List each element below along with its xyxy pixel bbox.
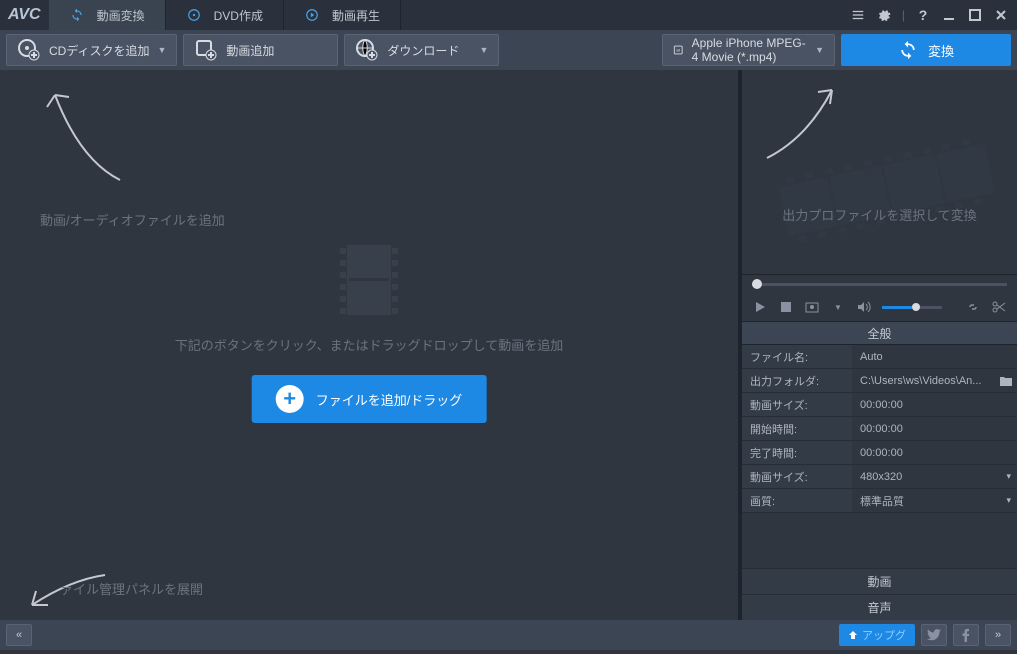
- tab-label: 動画変換: [97, 7, 145, 24]
- prop-row: 動画サイズ:480x320▾: [742, 465, 1017, 489]
- maximize-icon[interactable]: [967, 7, 983, 23]
- hint-drop: 下記のボタンをクリック、またはドラッグドロップして動画を追加: [0, 335, 738, 354]
- prop-row: 出力フォルダ:C:\Users\ws\Videos\An...: [742, 369, 1017, 393]
- button-label: アップグ: [862, 627, 906, 643]
- section-video[interactable]: 動画: [742, 568, 1017, 594]
- play-icon[interactable]: [752, 299, 768, 315]
- section-general[interactable]: 全般: [742, 321, 1017, 345]
- preview-panel: 出力プロファイルを選択して変換: [742, 70, 1017, 275]
- button-label: 動画追加: [226, 42, 274, 59]
- play-icon: [304, 7, 320, 23]
- menu-icon[interactable]: [850, 7, 866, 23]
- drop-canvas[interactable]: 動画/オーディオファイルを追加 下記のボタンをクリック、またはドラッグドロップし…: [0, 70, 742, 620]
- section-audio[interactable]: 音声: [742, 594, 1017, 620]
- facebook-icon: [959, 628, 973, 642]
- facebook-button[interactable]: [953, 624, 979, 646]
- add-file-button[interactable]: + ファイルを追加/ドラッグ: [252, 375, 487, 423]
- volume-slider[interactable]: [882, 306, 942, 309]
- prop-label: 出力フォルダ:: [742, 369, 852, 392]
- profile-label: Apple iPhone MPEG-4 Movie (*.mp4): [692, 36, 807, 64]
- up-arrow-icon: [848, 630, 858, 640]
- button-label: ダウンロード: [387, 42, 459, 59]
- prop-value: 00:00:00: [852, 417, 1017, 440]
- prop-row: ファイル名:Auto: [742, 345, 1017, 369]
- prop-row: 開始時間:00:00:00: [742, 417, 1017, 441]
- volume-icon[interactable]: [856, 299, 872, 315]
- add-video-button[interactable]: 動画追加: [183, 34, 338, 66]
- hint-expand-panel: ァイル管理パネルを展開: [60, 579, 203, 598]
- film-add-icon: [194, 38, 218, 62]
- chevron-down-icon: ▼: [480, 45, 489, 55]
- close-icon[interactable]: [993, 7, 1009, 23]
- prop-value: 00:00:00: [852, 441, 1017, 464]
- add-disc-button[interactable]: CDディスクを追加 ▼: [6, 34, 177, 66]
- plus-icon: +: [276, 385, 304, 413]
- filmreel-icon: [772, 125, 1002, 255]
- gear-icon[interactable]: [876, 7, 892, 23]
- stop-icon[interactable]: [778, 299, 794, 315]
- minimize-icon[interactable]: [941, 7, 957, 23]
- help-icon[interactable]: ?: [915, 7, 931, 23]
- refresh-icon: [69, 7, 85, 23]
- prop-label: 動画サイズ:: [742, 393, 852, 416]
- prop-value[interactable]: 480x320▾: [852, 465, 1017, 488]
- prop-row: 動画サイズ:00:00:00: [742, 393, 1017, 417]
- prop-label: 動画サイズ:: [742, 465, 852, 488]
- prop-value: 00:00:00: [852, 393, 1017, 416]
- expand-right-button[interactable]: »: [985, 624, 1011, 646]
- seek-bar[interactable]: [742, 275, 1017, 293]
- globe-add-icon: [355, 38, 379, 62]
- convert-icon: [898, 40, 918, 60]
- disc-add-icon: [17, 38, 41, 62]
- prop-label: ファイル名:: [742, 345, 852, 368]
- hint-add-files: 動画/オーディオファイルを追加: [40, 210, 225, 229]
- app-logo: AVC: [8, 6, 41, 24]
- tab-play[interactable]: 動画再生: [284, 0, 401, 30]
- upgrade-button[interactable]: アップグ: [839, 624, 915, 646]
- twitter-button[interactable]: [921, 624, 947, 646]
- svg-text:all: all: [676, 48, 680, 53]
- prop-label: 完了時間:: [742, 441, 852, 464]
- prop-value: Auto: [852, 345, 1017, 368]
- chevron-down-icon: ▼: [158, 45, 167, 55]
- folder-icon[interactable]: [999, 375, 1013, 387]
- chevron-down-icon: ▼: [815, 45, 824, 55]
- tab-label: 動画再生: [332, 7, 380, 24]
- film-placeholder-icon: [334, 240, 404, 320]
- link-icon[interactable]: [965, 299, 981, 315]
- disc-icon: [186, 7, 202, 23]
- prop-value[interactable]: 標準品質▾: [852, 489, 1017, 512]
- download-button[interactable]: ダウンロード ▼: [344, 34, 499, 66]
- tab-dvd[interactable]: DVD作成: [166, 0, 284, 30]
- prop-value[interactable]: C:\Users\ws\Videos\An...: [852, 369, 1017, 392]
- hint-select-profile: 出力プロファイルを選択して変換: [742, 205, 1017, 224]
- tab-convert[interactable]: 動画変換: [49, 0, 166, 30]
- tab-label: DVD作成: [214, 7, 263, 24]
- prop-row: 画質:標準品質▾: [742, 489, 1017, 513]
- button-label: CDディスクを追加: [49, 42, 150, 59]
- twitter-icon: [927, 629, 941, 641]
- chevron-down-icon[interactable]: ▼: [830, 299, 846, 315]
- convert-button[interactable]: 変換: [841, 34, 1011, 66]
- chevron-down-icon: ▾: [1006, 495, 1011, 506]
- prop-label: 開始時間:: [742, 417, 852, 440]
- cut-icon[interactable]: [991, 299, 1007, 315]
- output-profile-dropdown[interactable]: all Apple iPhone MPEG-4 Movie (*.mp4) ▼: [662, 34, 835, 66]
- button-label: ファイルを追加/ドラッグ: [316, 390, 463, 409]
- all-formats-icon: all: [673, 41, 683, 59]
- snapshot-icon[interactable]: [804, 299, 820, 315]
- button-label: 変換: [928, 41, 954, 60]
- prop-label: 画質:: [742, 489, 852, 512]
- prop-row: 完了時間:00:00:00: [742, 441, 1017, 465]
- chevron-down-icon: ▾: [1006, 471, 1011, 482]
- collapse-left-button[interactable]: «: [6, 624, 32, 646]
